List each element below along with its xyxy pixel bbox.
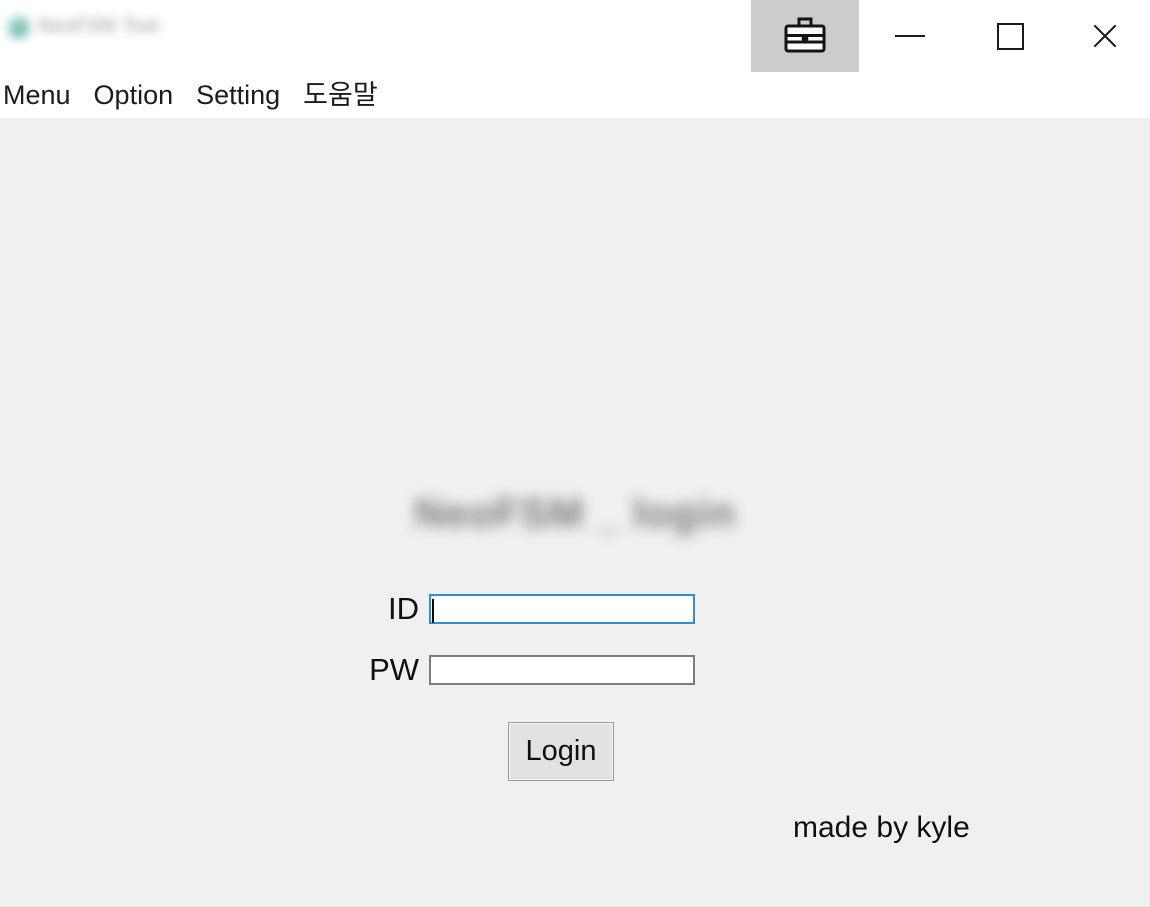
id-label: ID [388, 591, 419, 626]
close-button[interactable] [1060, 0, 1150, 72]
menu-item-setting[interactable]: Setting [196, 81, 292, 109]
login-button[interactable]: Login [508, 722, 614, 781]
minimize-button[interactable] [858, 0, 961, 72]
credit-label: made by kyle [793, 811, 970, 844]
id-input[interactable] [429, 593, 695, 624]
pw-field-row: PW [0, 654, 695, 685]
briefcase-button[interactable] [751, 0, 859, 72]
id-field-row: ID [0, 593, 695, 624]
briefcase-icon [783, 16, 827, 57]
menu-item-help[interactable]: 도움말 [303, 82, 390, 109]
menu-item-option[interactable]: Option [94, 81, 186, 109]
pw-input[interactable] [429, 654, 695, 685]
menu-item-menu[interactable]: Menu [3, 81, 83, 109]
title-bar: NeoFSM Tool [0, 0, 1150, 72]
minimize-icon [894, 35, 925, 37]
maximize-button[interactable] [961, 0, 1060, 72]
text-caret [432, 599, 434, 623]
application-window: NeoFSM Tool Menu Option Setting 도움말 NeoF… [0, 0, 1150, 907]
login-heading: NeoFSM _ login [414, 490, 736, 536]
close-icon [1090, 21, 1120, 51]
app-logo-icon [8, 16, 29, 38]
menu-bar: Menu Option Setting 도움말 [0, 72, 1150, 118]
window-title: NeoFSM Tool [38, 16, 160, 37]
pw-label: PW [369, 652, 419, 687]
title-bar-branding: NeoFSM Tool [8, 16, 159, 38]
login-content-area: NeoFSM _ login ID PW Login made by kyle [0, 118, 1150, 907]
maximize-icon [997, 22, 1024, 50]
